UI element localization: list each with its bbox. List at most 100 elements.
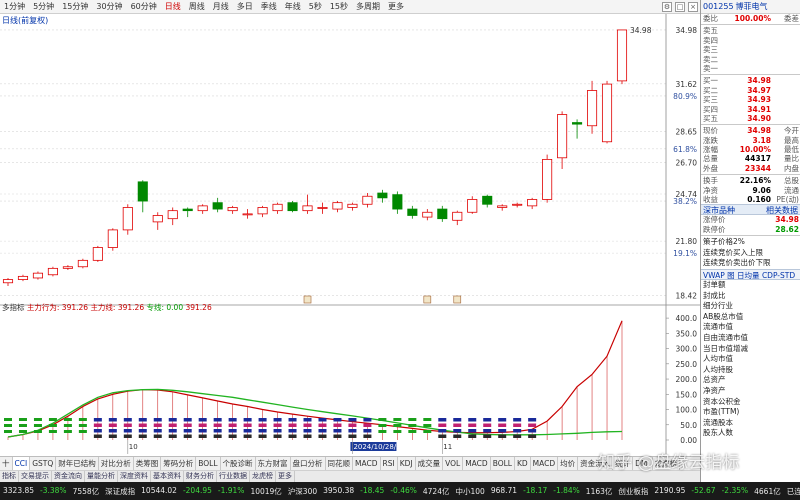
indicator-tab[interactable]: RSI (381, 457, 398, 470)
stock-code[interactable]: 001255 (703, 2, 734, 11)
candle[interactable] (197, 204, 208, 214)
period-tab[interactable]: 多日 (233, 0, 257, 14)
data-list-item[interactable]: 封成比 (701, 291, 800, 302)
data-list-item[interactable]: 当日市值增减 (701, 344, 800, 355)
function-tab[interactable]: 行业数据 (217, 471, 250, 482)
candle[interactable] (2, 277, 14, 286)
candle[interactable] (242, 209, 253, 219)
data-list-item[interactable]: 总资产 (701, 375, 800, 386)
candle[interactable] (392, 191, 403, 214)
function-tab[interactable]: 龙虎榜 (250, 471, 276, 482)
indicator-tab[interactable]: CCI (12, 457, 31, 470)
candle[interactable] (362, 193, 373, 208)
period-tab[interactable]: 1分钟 (0, 0, 29, 14)
candle[interactable] (77, 258, 88, 269)
period-tab[interactable]: 60分钟 (127, 0, 161, 14)
candle[interactable] (437, 205, 448, 222)
candle[interactable] (557, 111, 568, 170)
data-list-item[interactable]: 流通股本 (701, 418, 800, 429)
candle[interactable] (587, 80, 598, 134)
event-marker-icon[interactable] (423, 295, 432, 304)
candle[interactable] (452, 210, 463, 226)
indicator-tab[interactable]: 成交量 (416, 457, 444, 470)
period-tab[interactable]: 5秒 (305, 0, 326, 14)
period-tab[interactable]: 周线 (185, 0, 209, 14)
indicator-tab[interactable]: 盘口分析 (291, 457, 326, 470)
indicator-tab[interactable]: BOLL (196, 457, 221, 470)
period-tab[interactable]: 更多 (384, 0, 408, 14)
period-tab[interactable]: 年线 (281, 0, 305, 14)
indicator-tab[interactable]: MACD (463, 457, 491, 470)
candle[interactable] (467, 196, 478, 214)
candle[interactable] (212, 197, 223, 213)
candle[interactable] (287, 201, 298, 213)
data-list-item[interactable]: 股东人数 (701, 428, 800, 439)
section-tab-left[interactable]: 深市品种 (703, 205, 735, 215)
candle[interactable] (377, 189, 388, 203)
candle[interactable] (332, 201, 343, 213)
function-tab[interactable]: 基本资料 (151, 471, 184, 482)
candle[interactable] (17, 274, 29, 282)
function-tab[interactable]: 深度资料 (118, 471, 151, 482)
data-list-item[interactable]: 人均市值 (701, 354, 800, 365)
candle[interactable] (182, 207, 193, 218)
data-list-item[interactable]: 净资产 (701, 386, 800, 397)
period-tab[interactable]: 多周期 (352, 0, 384, 14)
candle[interactable] (512, 202, 523, 208)
data-list-item[interactable]: 资本公积金 (701, 397, 800, 408)
close-icon[interactable]: × (688, 2, 698, 12)
candle[interactable] (422, 209, 433, 221)
indicator-tab[interactable]: 同花顺 (326, 457, 354, 470)
candle[interactable] (152, 212, 163, 230)
candle[interactable] (542, 154, 553, 203)
function-tab[interactable]: 量能分析 (85, 471, 118, 482)
event-marker-icon[interactable] (453, 295, 462, 304)
candle[interactable] (616, 29, 628, 85)
indicator-tab[interactable]: VOL (443, 457, 464, 470)
candle[interactable] (272, 202, 283, 214)
candle[interactable] (257, 205, 268, 218)
data-list-item[interactable]: 细分行业 (701, 301, 800, 312)
indicator-tab[interactable]: 东方财富 (256, 457, 291, 470)
indicator-tab[interactable]: MACD (531, 457, 559, 470)
function-tab[interactable]: 指标 (0, 471, 19, 482)
candle[interactable] (482, 194, 493, 208)
indicator-tab[interactable]: 财年已结构 (56, 457, 99, 470)
function-tab[interactable]: 交易提示 (19, 471, 52, 482)
period-tab[interactable]: 月线 (209, 0, 233, 14)
function-tab[interactable]: 财务分析 (184, 471, 217, 482)
candle[interactable] (302, 194, 313, 214)
candle[interactable] (137, 180, 148, 213)
function-tab[interactable]: 更多 (276, 471, 295, 482)
candle[interactable] (527, 197, 538, 210)
candle[interactable] (32, 271, 43, 280)
indicator-tab[interactable]: GSTQ (30, 457, 57, 470)
indicator-tab[interactable]: KD (515, 457, 531, 470)
window-icon[interactable]: □ (675, 2, 685, 12)
candle[interactable] (407, 205, 418, 219)
indicator-tab[interactable]: 个股诊断 (221, 457, 256, 470)
indicator-tab[interactable]: 十 (0, 457, 13, 470)
candle[interactable] (62, 265, 73, 270)
candle[interactable] (167, 207, 178, 226)
chart-canvas[interactable]: 34.9831.6280.9%28.6561.8%26.7024.7438.2%… (0, 14, 700, 456)
data-list-item[interactable]: 封单额 (701, 280, 800, 291)
section-tab-right[interactable]: 相关数据 (766, 205, 798, 215)
chart-area[interactable]: 34.98 31.62 80.9% 28.65 61.8% 26.70 24.74 38.2%… (0, 14, 700, 456)
candle[interactable] (347, 202, 358, 211)
vwap-tabs[interactable]: VWAP 图 日均量 CDP-STD (701, 268, 800, 280)
candle[interactable] (47, 266, 58, 277)
data-list-item[interactable]: 市盈(TTM) (701, 407, 800, 418)
indicator-tab[interactable]: MACD (353, 457, 381, 470)
period-tab[interactable]: 日线 (161, 0, 185, 14)
indicator-tab[interactable]: 对比分析 (99, 457, 134, 470)
period-tab[interactable]: 15秒 (326, 0, 352, 14)
data-list-item[interactable]: 自由流通市值 (701, 333, 800, 344)
indicator-tab[interactable]: 筹码分析 (161, 457, 197, 470)
event-marker-icon[interactable] (303, 295, 312, 304)
data-list-item[interactable]: AB股总市值 (701, 312, 800, 323)
section-header[interactable]: 深市品种 相关数据 (701, 204, 800, 216)
indicator-tab[interactable]: 均价 (558, 457, 579, 470)
candle[interactable] (317, 202, 328, 214)
indicator-tab[interactable]: 类筹图 (134, 457, 162, 470)
